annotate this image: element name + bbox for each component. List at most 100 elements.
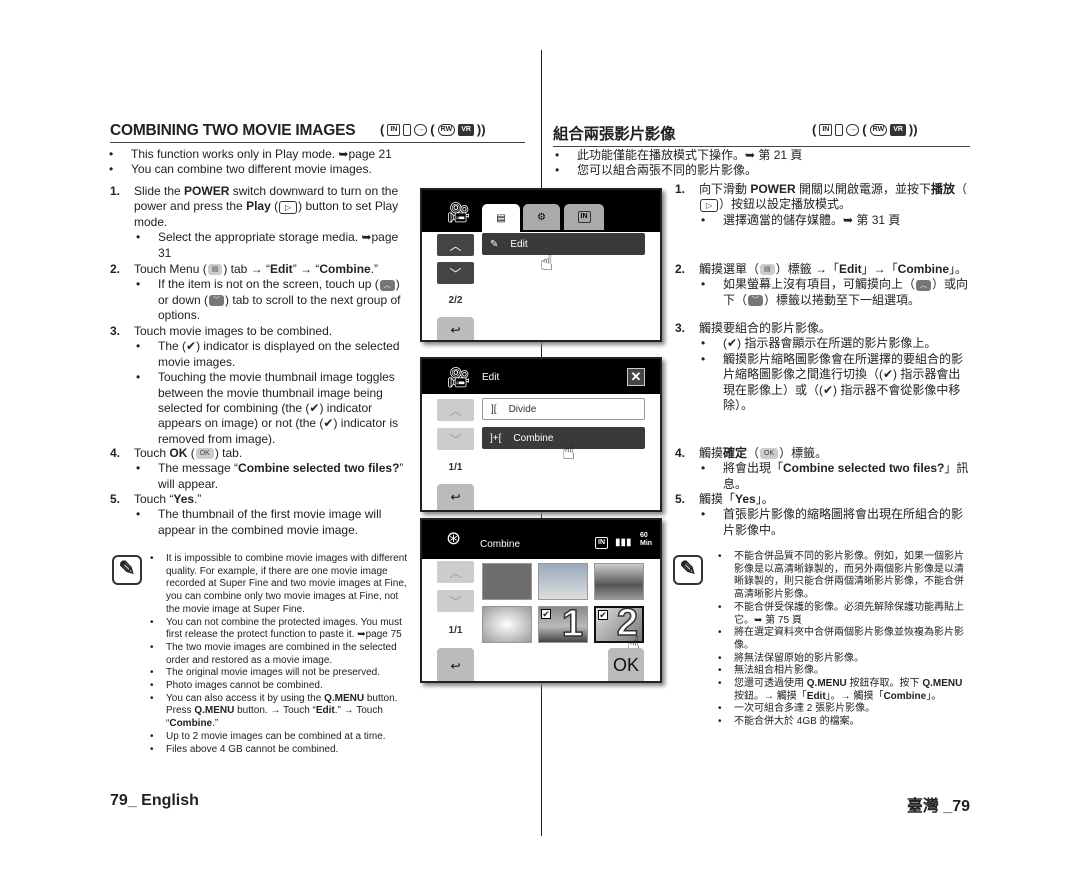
disc-icon: → bbox=[846, 123, 860, 136]
ok-button[interactable]: OK bbox=[608, 648, 644, 681]
text-segment: 將在選定資料夾中合併兩個影片影像並恢複為影片影像。 bbox=[734, 627, 964, 651]
thumbnail-selected[interactable]: ✔ 1 bbox=[538, 602, 588, 646]
internal-memory-icon: IN bbox=[595, 537, 608, 549]
scroll-up-button[interactable]: ︿ bbox=[437, 234, 474, 256]
text-segment: Q.MENU bbox=[194, 705, 235, 717]
text-segment: It is impossible to combine movie images… bbox=[166, 553, 408, 615]
top-bar: ⊛ Combine IN ▮▮▮ 60 Min bbox=[422, 520, 660, 559]
item-label: Divide bbox=[508, 403, 537, 415]
back-button[interactable]: ↩ bbox=[437, 648, 474, 681]
chevron-down-icon: ﹀ bbox=[449, 432, 462, 447]
text-segment: ）標籤以捲動至下一組選項。 bbox=[764, 292, 921, 307]
internal-memory-icon: IN bbox=[387, 123, 401, 136]
page-number-en: 79_ English bbox=[110, 792, 199, 809]
text-segment: Combine selected two files? bbox=[238, 461, 400, 476]
note-item: Photo images cannot be combined. bbox=[150, 680, 408, 693]
scroll-down-button[interactable]: ﹀ bbox=[437, 428, 474, 450]
text-segment: The original movie images will not be pr… bbox=[166, 667, 380, 679]
step: 4.Touch OK (OK) tab.The message “Combine… bbox=[110, 446, 410, 492]
text-segment: 按鈕。→ 觸摸「 bbox=[734, 690, 807, 702]
text-segment: ）標籤 →「 bbox=[775, 262, 839, 276]
order-number: 1 bbox=[561, 602, 584, 646]
tab-settings[interactable]: ⚙ bbox=[523, 204, 560, 230]
back-arrow-icon: ↩ bbox=[450, 658, 461, 673]
scroll-down-button[interactable]: ﹀ bbox=[437, 590, 474, 612]
menu-item-edit[interactable]: ✎ Edit bbox=[482, 233, 645, 255]
text-segment: 將無法保留原始的影片影像。 bbox=[734, 652, 864, 664]
text-segment: 確定 bbox=[723, 446, 748, 460]
note-item: The two movie images are combined in the… bbox=[150, 642, 408, 667]
menu-icon: ▤ bbox=[760, 264, 775, 276]
text-segment: Touch movie images to be combined. bbox=[134, 324, 333, 338]
text-segment: Combine selected two files? bbox=[783, 461, 945, 476]
thumbnail[interactable] bbox=[482, 563, 532, 600]
step: 5. Touch “Yes.”The thumbnail of the first… bbox=[110, 492, 410, 538]
thumbnail[interactable] bbox=[538, 563, 588, 600]
note-item: It is impossible to combine movie images… bbox=[150, 553, 408, 617]
text-segment: Photo images cannot be combined. bbox=[166, 680, 323, 692]
screen-title: Combine bbox=[480, 539, 521, 550]
menu-icon: ▤ bbox=[207, 264, 223, 276]
thumbnail[interactable] bbox=[482, 606, 532, 643]
page-indicator: 1/1 bbox=[448, 625, 463, 636]
card-icon bbox=[835, 123, 844, 136]
step-bullet: Select the appropriate storage media. ➥p… bbox=[134, 230, 410, 261]
text-segment: 觸摸選單（ bbox=[699, 262, 760, 276]
menu-item-divide[interactable]: ][Divide bbox=[482, 398, 645, 420]
text-segment: Select the appropriate storage media. ➥p… bbox=[158, 230, 399, 260]
gear-icon: ⚙ bbox=[537, 211, 546, 223]
text-segment: 無法組合相片影像。 bbox=[734, 665, 824, 677]
back-arrow-icon: ↩ bbox=[450, 323, 461, 337]
note-item: You can also access it by using the Q.ME… bbox=[150, 693, 408, 731]
internal-memory-icon: IN bbox=[577, 211, 591, 223]
note-item: 無法組合相片影像。 bbox=[718, 665, 970, 678]
up-tab-icon: ︿ bbox=[916, 279, 932, 291]
step-bullet: The message “Combine selected two files?… bbox=[134, 461, 410, 492]
step-number: 1. bbox=[110, 184, 121, 198]
rw-disc-icon: RW bbox=[437, 123, 456, 136]
tab-menu[interactable]: ▤ bbox=[482, 204, 520, 232]
rw-disc-icon: RW bbox=[869, 123, 888, 136]
text-segment: ) tab → “ bbox=[223, 262, 271, 276]
scroll-up-button[interactable]: ︿ bbox=[437, 399, 474, 421]
thumbnail[interactable] bbox=[594, 563, 644, 600]
step-number: 2. bbox=[675, 262, 686, 276]
step-number: 5. bbox=[675, 492, 686, 506]
text-segment: 向下滑動 bbox=[699, 182, 751, 196]
disc-icon: → bbox=[414, 123, 428, 136]
text-segment: Q.MENU bbox=[324, 692, 365, 704]
page-number-zh: 臺灣 _79 bbox=[906, 798, 970, 815]
step-text: 5. Touch “Yes.” bbox=[110, 492, 410, 507]
text-segment: Combine bbox=[883, 690, 927, 702]
remaining-time: 60 Min bbox=[640, 532, 653, 547]
step-number: 3. bbox=[110, 324, 121, 338]
combine-mode-icon: ⊛ bbox=[446, 528, 462, 548]
text-segment: .” bbox=[194, 492, 202, 506]
screen-title: Edit bbox=[482, 372, 500, 383]
vr-icon: VR bbox=[458, 123, 474, 136]
text-segment: 觸摸「 bbox=[699, 492, 736, 506]
close-button[interactable]: ✕ bbox=[627, 368, 645, 386]
close-icon: ✕ bbox=[630, 369, 642, 384]
scroll-down-button[interactable]: ﹀ bbox=[437, 262, 474, 284]
tab-storage[interactable]: IN bbox=[564, 204, 604, 230]
text-segment: Q.MENU bbox=[806, 678, 847, 690]
back-button[interactable]: ↩ bbox=[437, 484, 474, 510]
text-segment: .” bbox=[212, 718, 219, 730]
scroll-up-button[interactable]: ︿ bbox=[437, 561, 474, 583]
step-bullet: 如果螢幕上沒有項目，可觸摸向上（︿）或向下（﹀）標籤以捲動至下一組選項。 bbox=[699, 277, 970, 308]
chevron-up-icon: ︿ bbox=[449, 403, 462, 418]
mode-icons: (IN →(RW VR)) bbox=[812, 122, 918, 137]
step-text: 2. Touch Menu (▤) tab → “Edit” → “Combine… bbox=[110, 262, 410, 277]
step-number: 3. bbox=[675, 321, 686, 335]
vr-icon: VR bbox=[890, 123, 906, 136]
movie-camera-icon: 🎥︎ bbox=[446, 202, 472, 224]
item-label: Edit bbox=[510, 238, 528, 250]
step-bullet: The (✔) indicator is displayed on the se… bbox=[134, 339, 410, 370]
step-number: 2. bbox=[110, 262, 121, 276]
text-segment: Touch Menu ( bbox=[134, 262, 207, 276]
text-segment: POWER bbox=[750, 182, 796, 196]
note-item: You can not combine the protected images… bbox=[150, 617, 408, 642]
battery-icon: ▮▮▮ bbox=[615, 537, 632, 548]
back-button[interactable]: ↩ bbox=[437, 317, 474, 340]
